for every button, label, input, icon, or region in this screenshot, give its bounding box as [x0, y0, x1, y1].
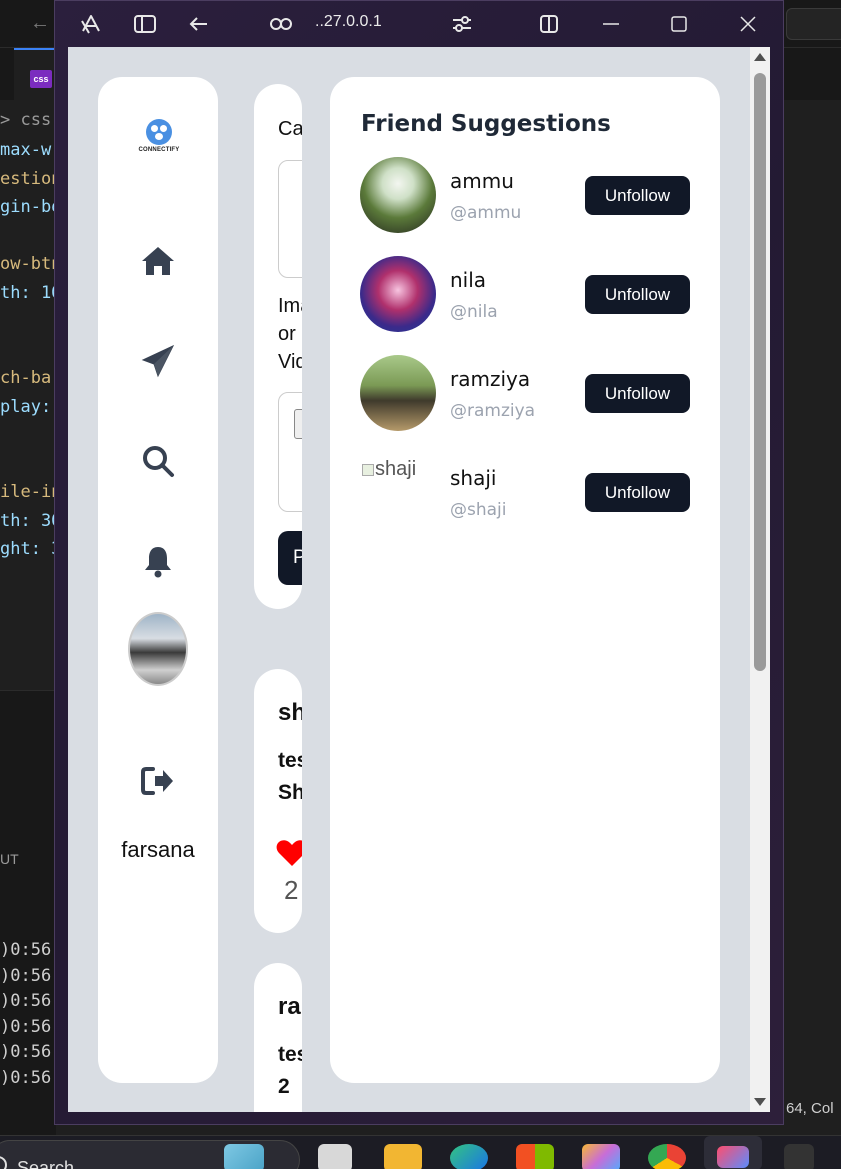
sidebar-toggle-icon[interactable]	[131, 11, 159, 37]
logo-text: CONNECTIFY	[138, 147, 180, 153]
friend-suggestions-title: Friend Suggestions	[361, 111, 611, 137]
like-count: 2	[284, 875, 299, 905]
address-url[interactable]: ..27.0.0.1	[315, 13, 382, 31]
post-button[interactable]: Pos	[278, 531, 302, 585]
post-card: shaj test Shaji 2	[254, 669, 302, 933]
friend-handle: @nila	[450, 302, 498, 322]
link-icon[interactable]	[267, 11, 295, 37]
page-viewport: CONNECTIFY farsana Captio	[68, 47, 750, 1112]
app-icon[interactable]	[784, 1144, 814, 1169]
scroll-up-arrow-icon[interactable]	[754, 53, 766, 61]
broken-image-icon	[362, 464, 374, 476]
code-editor[interactable]: max-w estion gin-bo ow-btn th: 10 ch-bar play:…	[0, 100, 56, 690]
friend-name[interactable]: shaji	[450, 466, 496, 490]
unfollow-button[interactable]: Unfollow	[585, 473, 690, 512]
post-content: test 2	[278, 1043, 302, 1098]
code-line: ow-btn	[0, 254, 56, 274]
heart-icon[interactable]	[276, 839, 302, 869]
choose-file-button[interactable]	[294, 409, 302, 439]
page-scrollbar[interactable]	[750, 47, 770, 1112]
unfollow-button[interactable]: Unfollow	[585, 176, 690, 215]
windows-taskbar: Search	[0, 1135, 841, 1169]
scroll-down-arrow-icon[interactable]	[754, 1098, 766, 1106]
post-author[interactable]: ramz	[278, 993, 302, 1021]
code-line: th: 10	[0, 282, 56, 303]
status-position[interactable]: 64, Col	[786, 1090, 841, 1135]
friend-name[interactable]: ramziya	[450, 367, 530, 391]
css-file-icon: css	[30, 70, 52, 88]
code-line: estion	[0, 168, 56, 189]
code-line: ch-bar	[0, 368, 56, 388]
logout-icon[interactable]	[138, 761, 178, 801]
create-post-card: Captio Image or Video Pos	[254, 84, 302, 609]
command-center[interactable]	[786, 8, 841, 40]
copilot-icon[interactable]	[582, 1144, 620, 1169]
output-panel: UT )0:56:2)0:56:2)0:56:2)0:56:2)0:56:2)0…	[0, 690, 72, 1135]
maximize-icon[interactable]	[665, 11, 693, 37]
code-line: play:	[0, 396, 52, 417]
close-icon[interactable]	[734, 11, 762, 37]
taskbar-search-text: Search	[17, 1158, 75, 1169]
caption-textarea[interactable]	[278, 160, 302, 278]
post-content: test Shaji	[278, 749, 302, 804]
settings-sliders-icon[interactable]	[448, 11, 476, 37]
minimize-icon[interactable]	[597, 11, 625, 37]
friend-name[interactable]: ammu	[450, 169, 514, 193]
post-card: ramz test 2	[254, 963, 302, 1112]
microsoft-store-icon[interactable]	[516, 1144, 554, 1169]
friend-avatar[interactable]	[360, 157, 436, 233]
file-input-box	[278, 392, 302, 512]
code-line: ile-in	[0, 482, 56, 502]
code-line: max-w	[0, 140, 52, 160]
back-icon[interactable]	[185, 11, 213, 37]
travel-widget-icon[interactable]	[224, 1144, 264, 1169]
friend-suggestions-panel: Friend Suggestions ammu @ammu Unfollow n…	[330, 77, 720, 1083]
logo-people-icon	[146, 119, 172, 145]
app-logo-icon[interactable]	[77, 11, 105, 37]
browser-titlebar: ..27.0.0.1	[55, 1, 785, 47]
friend-suggestion-item: ammu @ammu Unfollow	[360, 157, 700, 237]
home-icon[interactable]	[138, 241, 178, 281]
send-paper-plane-icon[interactable]	[138, 341, 178, 381]
scrollbar-thumb[interactable]	[754, 73, 766, 671]
friend-handle: @ramziya	[450, 401, 536, 421]
profile-avatar[interactable]	[128, 612, 188, 686]
back-arrow-icon[interactable]: ←	[30, 12, 50, 35]
code-line: ght: 3	[0, 539, 56, 559]
code-line: th: 30	[0, 510, 56, 531]
search-icon[interactable]	[138, 441, 178, 481]
unfollow-button[interactable]: Unfollow	[585, 374, 690, 413]
split-view-icon[interactable]	[535, 11, 563, 37]
friend-suggestion-item: shaji shaji @shaji Unfollow	[360, 454, 700, 534]
unfollow-button[interactable]: Unfollow	[585, 275, 690, 314]
post-author[interactable]: shaj	[278, 699, 302, 727]
friend-avatar[interactable]	[360, 355, 436, 431]
bell-icon[interactable]	[138, 541, 178, 581]
search-icon	[0, 1156, 7, 1169]
app-sidebar: CONNECTIFY farsana	[98, 77, 218, 1083]
friend-name[interactable]: nila	[450, 268, 486, 292]
code-line: gin-bo	[0, 197, 56, 217]
file-explorer-icon[interactable]	[384, 1144, 422, 1169]
chrome-icon[interactable]	[648, 1144, 686, 1169]
friend-suggestion-item: nila @nila Unfollow	[360, 256, 700, 336]
broken-image-avatar[interactable]: shaji	[362, 458, 432, 481]
friend-suggestion-item: ramziya @ramziya Unfollow	[360, 355, 700, 435]
image-video-label: Image or Video	[278, 295, 302, 373]
browser-window: ..27.0.0.1 CONNECTIFY farsana Ca Im or V…	[54, 0, 784, 1125]
arc-browser-active-icon[interactable]	[704, 1136, 762, 1169]
friend-avatar[interactable]	[360, 256, 436, 332]
friend-handle: @ammu	[450, 203, 522, 223]
friend-handle: @shaji	[450, 500, 507, 520]
edge-browser-icon[interactable]	[450, 1144, 488, 1169]
connectify-logo[interactable]: CONNECTIFY	[134, 119, 184, 153]
caption-label: Captio	[278, 118, 302, 140]
task-view-icon[interactable]	[318, 1144, 352, 1169]
output-label: UT	[0, 851, 19, 867]
sidebar-username: farsana	[121, 837, 195, 862]
